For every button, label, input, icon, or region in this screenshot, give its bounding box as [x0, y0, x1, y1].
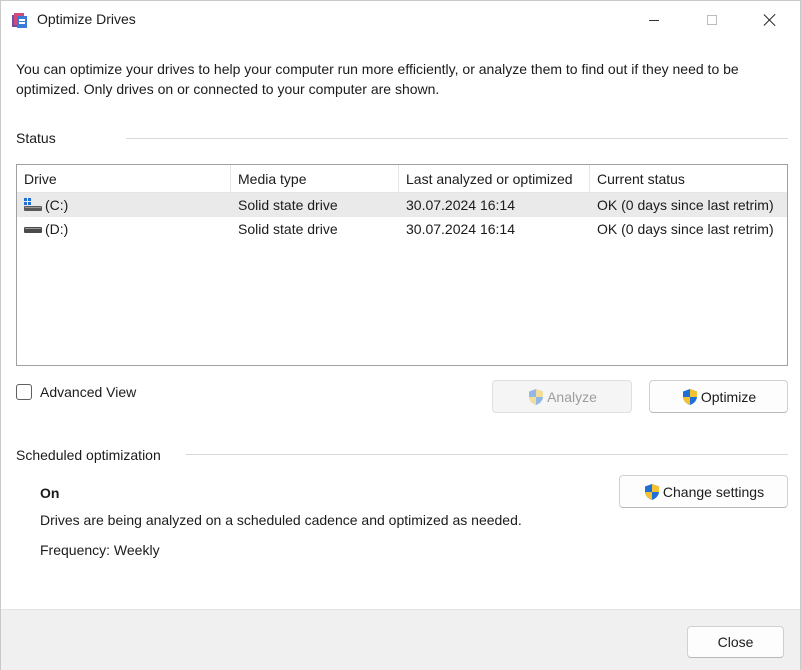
- current-status: OK (0 days since last retrim): [597, 197, 774, 213]
- change-settings-label: Change settings: [662, 483, 765, 500]
- close-label: Close: [717, 634, 754, 650]
- column-header-media-type[interactable]: Media type: [231, 165, 399, 193]
- drive-icon: [24, 227, 42, 233]
- media-type: Solid state drive: [238, 197, 338, 213]
- schedule-frequency: Frequency: Weekly: [40, 542, 160, 558]
- optimize-drives-window: Optimize Drives You can optimize your dr…: [0, 0, 801, 670]
- window-title: Optimize Drives: [37, 11, 136, 27]
- optimize-label: Optimize: [700, 388, 757, 405]
- close-window-button[interactable]: [741, 1, 799, 39]
- system-drive-icon: [24, 198, 42, 211]
- dialog-footer: Close: [1, 609, 800, 670]
- close-button[interactable]: Close: [687, 626, 784, 658]
- analyze-button[interactable]: Analyze: [492, 380, 632, 413]
- drive-row-c[interactable]: (C:) Solid state drive 30.07.2024 16:14 …: [17, 193, 787, 217]
- uac-shield-icon: [682, 388, 697, 405]
- close-icon: [763, 13, 777, 27]
- scheduled-divider: [186, 454, 788, 455]
- intro-text: You can optimize your drives to help you…: [16, 61, 739, 97]
- analyze-label: Analyze: [547, 388, 597, 405]
- advanced-view-label: Advanced View: [40, 384, 137, 400]
- scheduled-section-title: Scheduled optimization: [16, 447, 169, 463]
- title-bar[interactable]: Optimize Drives: [1, 1, 800, 39]
- maximize-button: [683, 1, 741, 39]
- change-settings-button[interactable]: Change settings: [619, 475, 788, 508]
- drive-name: (C:): [45, 197, 69, 213]
- column-header-current-status[interactable]: Current status: [590, 165, 787, 193]
- drive-name: (D:): [45, 221, 69, 237]
- status-section-title: Status: [16, 130, 64, 146]
- maximize-icon: [707, 15, 717, 25]
- drive-row-d[interactable]: (D:) Solid state drive 30.07.2024 16:14 …: [17, 217, 787, 241]
- minimize-icon: [649, 19, 659, 21]
- advanced-view-option[interactable]: Advanced View: [16, 382, 136, 402]
- uac-shield-icon: [644, 483, 659, 500]
- drive-list-header: Drive Media type Last analyzed or optimi…: [17, 165, 787, 193]
- schedule-description: Drives are being analyzed on a scheduled…: [40, 512, 522, 528]
- last-analyzed: 30.07.2024 16:14: [406, 197, 515, 213]
- optimize-button[interactable]: Optimize: [649, 380, 788, 413]
- current-status: OK (0 days since last retrim): [597, 221, 774, 237]
- drive-list[interactable]: Drive Media type Last analyzed or optimi…: [16, 164, 788, 366]
- last-analyzed: 30.07.2024 16:14: [406, 221, 515, 237]
- minimize-button[interactable]: [625, 1, 683, 39]
- schedule-state: On: [40, 485, 60, 501]
- column-header-drive[interactable]: Drive: [17, 165, 231, 193]
- uac-shield-icon: [529, 388, 544, 405]
- advanced-view-checkbox[interactable]: [16, 384, 32, 400]
- defrag-app-icon: [12, 13, 27, 28]
- status-divider: [126, 138, 788, 139]
- media-type: Solid state drive: [238, 221, 338, 237]
- column-header-last-analyzed[interactable]: Last analyzed or optimized: [399, 165, 590, 193]
